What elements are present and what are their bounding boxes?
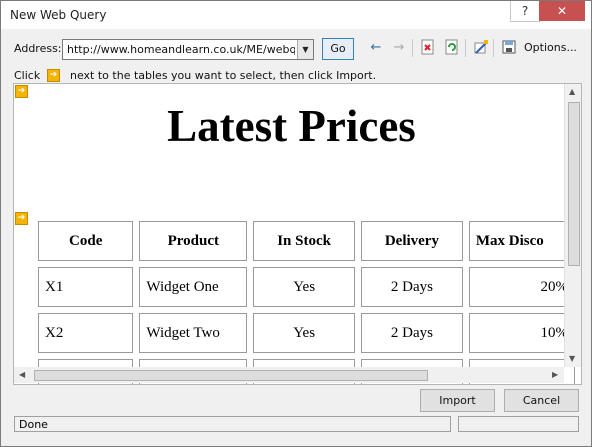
cancel-button[interactable]: Cancel <box>504 389 579 412</box>
horizontal-scrollbar[interactable]: ◀ ▶ <box>14 367 564 383</box>
instruction-text: next to the tables you want to select, t… <box>70 69 377 82</box>
select-table-arrow-icon[interactable]: ➔ <box>15 212 28 225</box>
refresh-icon[interactable] <box>443 39 461 57</box>
cell-max-discount: 20% <box>468 267 575 307</box>
hide-icons-icon[interactable] <box>472 39 490 57</box>
scroll-right-icon[interactable]: ▶ <box>552 370 558 379</box>
close-button[interactable]: ✕ <box>539 1 585 21</box>
options-icon[interactable] <box>500 39 518 57</box>
status-text: Done <box>14 416 451 432</box>
options-button[interactable]: Options... <box>524 41 577 54</box>
header-in-stock: In Stock <box>253 221 355 261</box>
header-product: Product <box>139 221 248 261</box>
select-arrow-icon: ➔ <box>47 69 60 82</box>
toolbar-separator <box>465 39 466 57</box>
status-panel <box>458 416 579 432</box>
cell-in-stock: Yes <box>253 267 355 307</box>
select-page-arrow-icon[interactable]: ➔ <box>15 85 28 98</box>
table-row: X1 Widget One Yes 2 Days 20% <box>38 267 575 307</box>
address-combobox[interactable]: http://www.homeandlearn.co.uk/ME/webquer… <box>62 39 314 60</box>
header-delivery: Delivery <box>360 221 463 261</box>
go-button[interactable]: Go <box>322 38 354 60</box>
chevron-down-icon[interactable]: ▼ <box>297 40 313 59</box>
instruction-click: Click <box>14 69 41 82</box>
web-preview-pane: ➔ Latest Prices ➔ Code Product In Stock … <box>13 83 582 385</box>
back-arrow-icon[interactable]: ← <box>367 39 385 57</box>
header-max-discount: Max Disco <box>468 221 575 261</box>
title-bar: New Web Query ? ✕ <box>1 1 591 29</box>
cell-code: X1 <box>38 267 134 307</box>
header-code: Code <box>38 221 134 261</box>
stop-icon[interactable] <box>419 39 437 57</box>
cell-product: Widget One <box>139 267 248 307</box>
cell-delivery: 2 Days <box>360 313 463 353</box>
vertical-scrollbar[interactable]: ▲ ▼ <box>564 84 581 367</box>
cell-max-discount: 10% <box>468 313 575 353</box>
window-title: New Web Query <box>10 8 107 22</box>
address-input[interactable]: http://www.homeandlearn.co.uk/ME/webquer… <box>67 43 295 56</box>
table-header-row: Code Product In Stock Delivery Max Disco <box>38 221 575 261</box>
scroll-up-icon[interactable]: ▲ <box>569 87 575 96</box>
table-row: X2 Widget Two Yes 2 Days 10% <box>38 313 575 353</box>
page-heading: Latest Prices <box>167 101 416 151</box>
scroll-down-icon[interactable]: ▼ <box>569 354 575 363</box>
toolbar-separator <box>493 39 494 57</box>
prices-table: Code Product In Stock Delivery Max Disco… <box>32 215 581 384</box>
import-button[interactable]: Import <box>420 389 495 412</box>
web-query-dialog: New Web Query ? ✕ Address: http://www.ho… <box>0 0 592 447</box>
cell-code: X2 <box>38 313 134 353</box>
horizontal-scroll-thumb[interactable] <box>34 370 428 381</box>
forward-arrow-icon[interactable]: → <box>390 39 408 57</box>
cell-in-stock: Yes <box>253 313 355 353</box>
cell-delivery: 2 Days <box>360 267 463 307</box>
cell-product: Widget Two <box>139 313 248 353</box>
scroll-left-icon[interactable]: ◀ <box>19 370 25 379</box>
help-button[interactable]: ? <box>510 1 540 22</box>
toolbar-separator <box>412 39 413 57</box>
vertical-scroll-thumb[interactable] <box>568 102 580 266</box>
address-label: Address: <box>14 42 62 55</box>
